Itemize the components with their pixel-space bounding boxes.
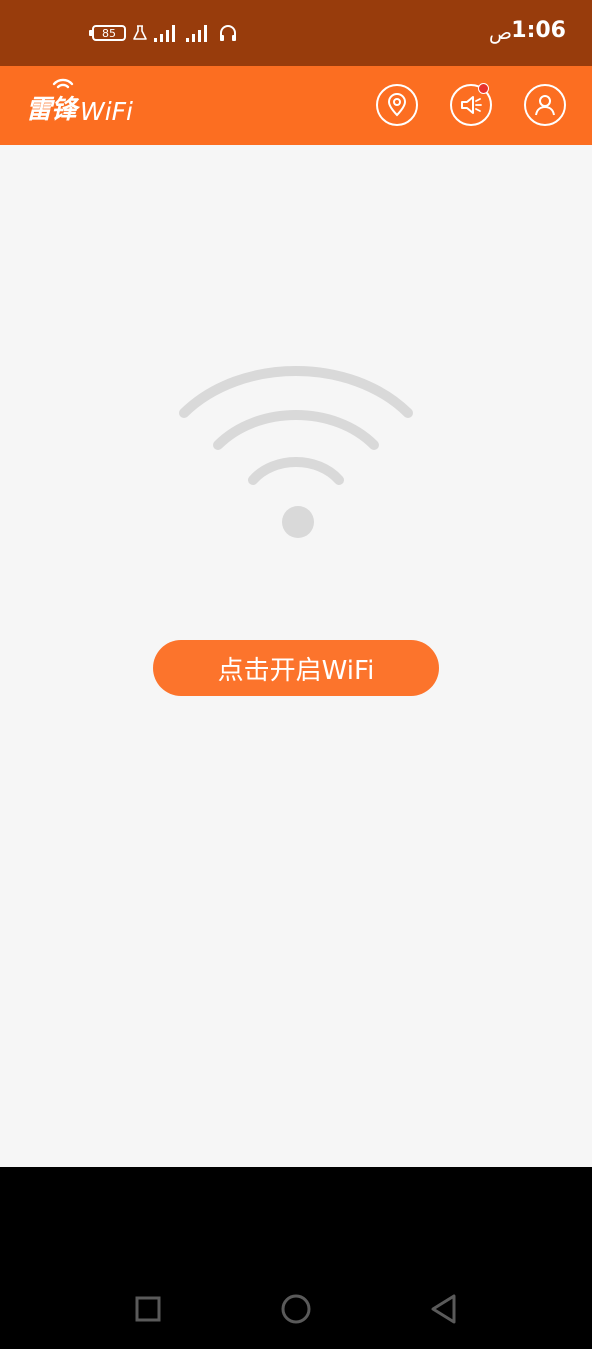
announcement-button[interactable] [450, 83, 492, 126]
status-ampm: ص [489, 22, 512, 44]
location-pin-icon [387, 93, 407, 117]
headphones-icon [220, 25, 236, 41]
signal-icon [154, 25, 175, 42]
open-wifi-button[interactable]: 点击开启WiFi [153, 640, 439, 696]
home-button[interactable] [278, 1291, 314, 1327]
system-nav-bar [0, 1167, 592, 1349]
logo-signal-icon [52, 78, 74, 89]
wifi-icon [179, 366, 413, 538]
signal-icon [186, 25, 207, 42]
app-logo: 雷锋 WiFi [26, 78, 134, 126]
logo-mark-text: 雷锋 [26, 95, 77, 125]
back-triangle-icon [431, 1294, 456, 1324]
notification-dot [478, 83, 489, 94]
status-icons: 85 [89, 20, 238, 46]
logo-text: WiFi [80, 97, 134, 126]
home-circle-icon [281, 1294, 311, 1324]
flask-icon [133, 25, 147, 40]
battery-icon: 85 [89, 25, 126, 41]
profile-button[interactable] [524, 84, 566, 126]
recents-button[interactable] [130, 1291, 166, 1327]
status-time: 1:06 [511, 18, 566, 43]
app-header: 雷锋 WiFi [0, 66, 592, 145]
main-content: 点击开启WiFi [0, 145, 592, 1167]
back-button[interactable] [426, 1291, 462, 1327]
logo-mark: 雷锋 [26, 78, 77, 126]
user-profile-icon [535, 95, 555, 116]
status-bar: 85 ص 1:06 [0, 0, 592, 66]
speaker-icon [461, 96, 482, 114]
recents-square-icon [135, 1296, 161, 1322]
battery-level: 85 [102, 26, 116, 40]
location-button[interactable] [376, 84, 418, 126]
